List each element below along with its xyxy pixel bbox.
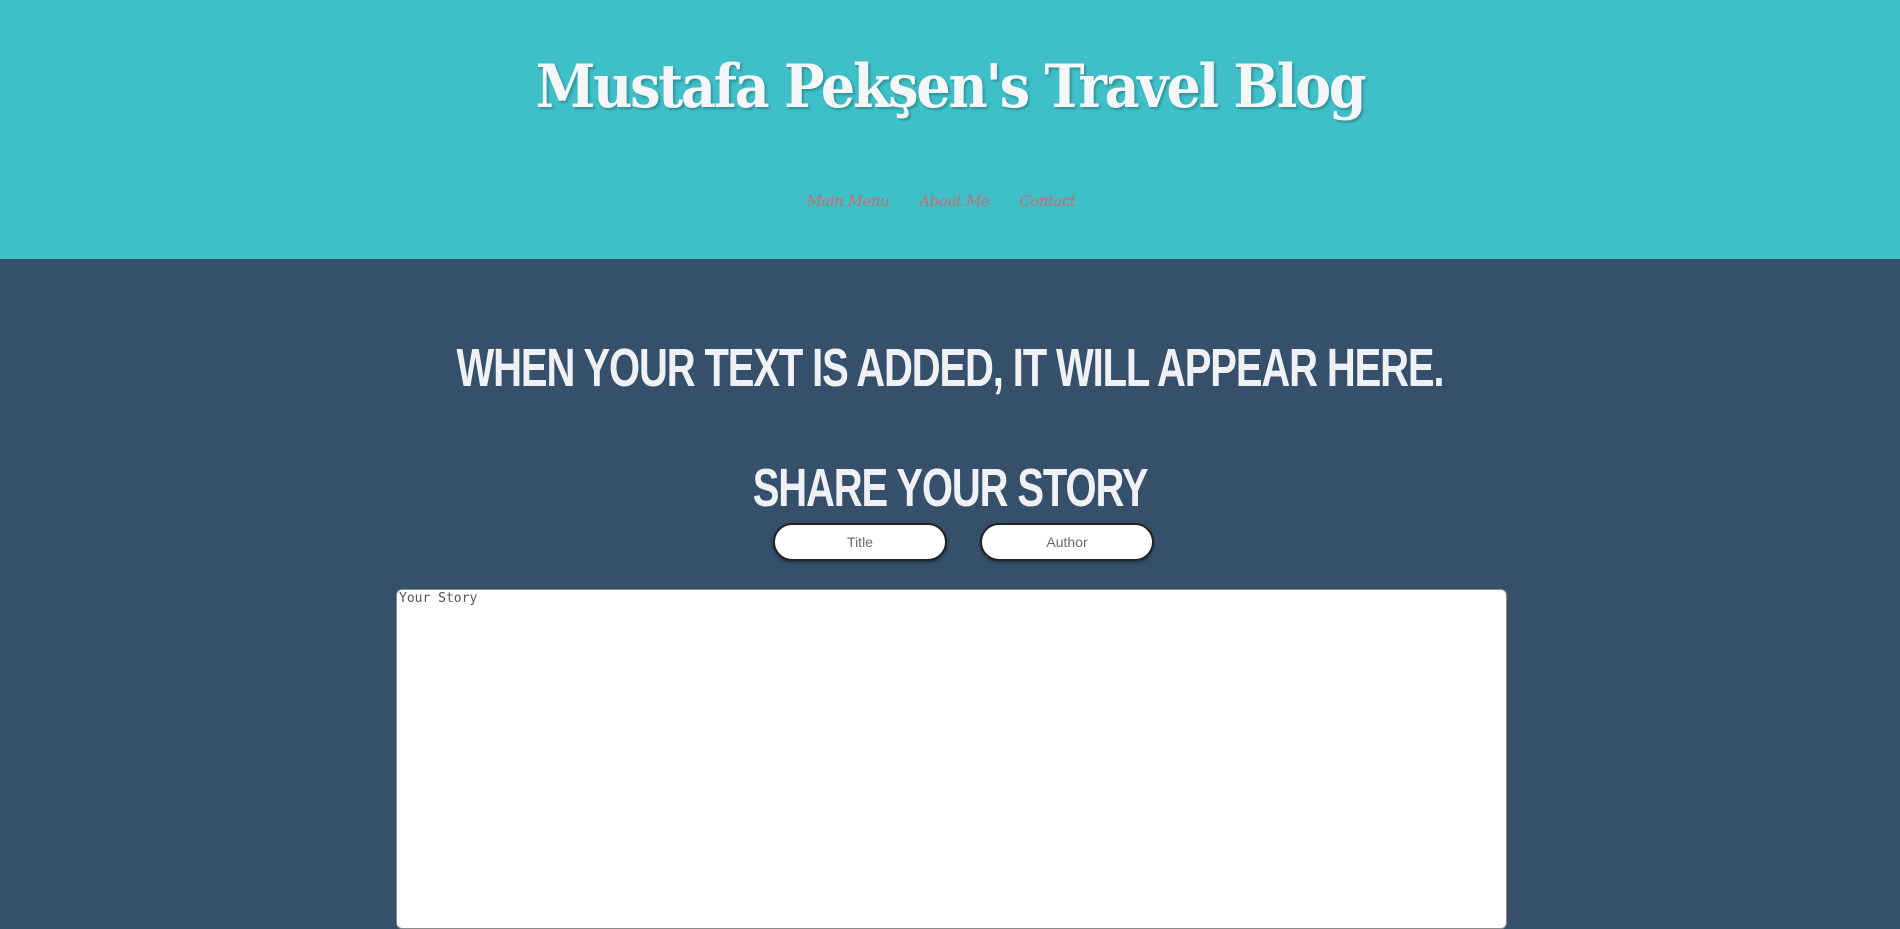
author-input[interactable] bbox=[980, 523, 1154, 561]
share-story-heading: Share Your Story bbox=[752, 458, 1149, 518]
story-textarea[interactable] bbox=[396, 589, 1507, 929]
nav-link-main-menu[interactable]: Main Menu bbox=[807, 192, 890, 210]
nav-link-contact[interactable]: Contact bbox=[1019, 192, 1076, 210]
story-placeholder-heading: When your text is added, it will appear … bbox=[456, 338, 1445, 398]
nav-link-about-me[interactable]: About Me bbox=[919, 192, 990, 210]
site-title: Mustafa Pekşen's Travel Blog bbox=[535, 52, 1367, 122]
title-input[interactable] bbox=[773, 523, 947, 561]
main-content: When your text is added, it will appear … bbox=[0, 259, 1900, 929]
site-header: Mustafa Pekşen's Travel Blog Main Menu A… bbox=[0, 0, 1900, 259]
main-nav: Main Menu About Me Contact bbox=[0, 192, 1891, 210]
